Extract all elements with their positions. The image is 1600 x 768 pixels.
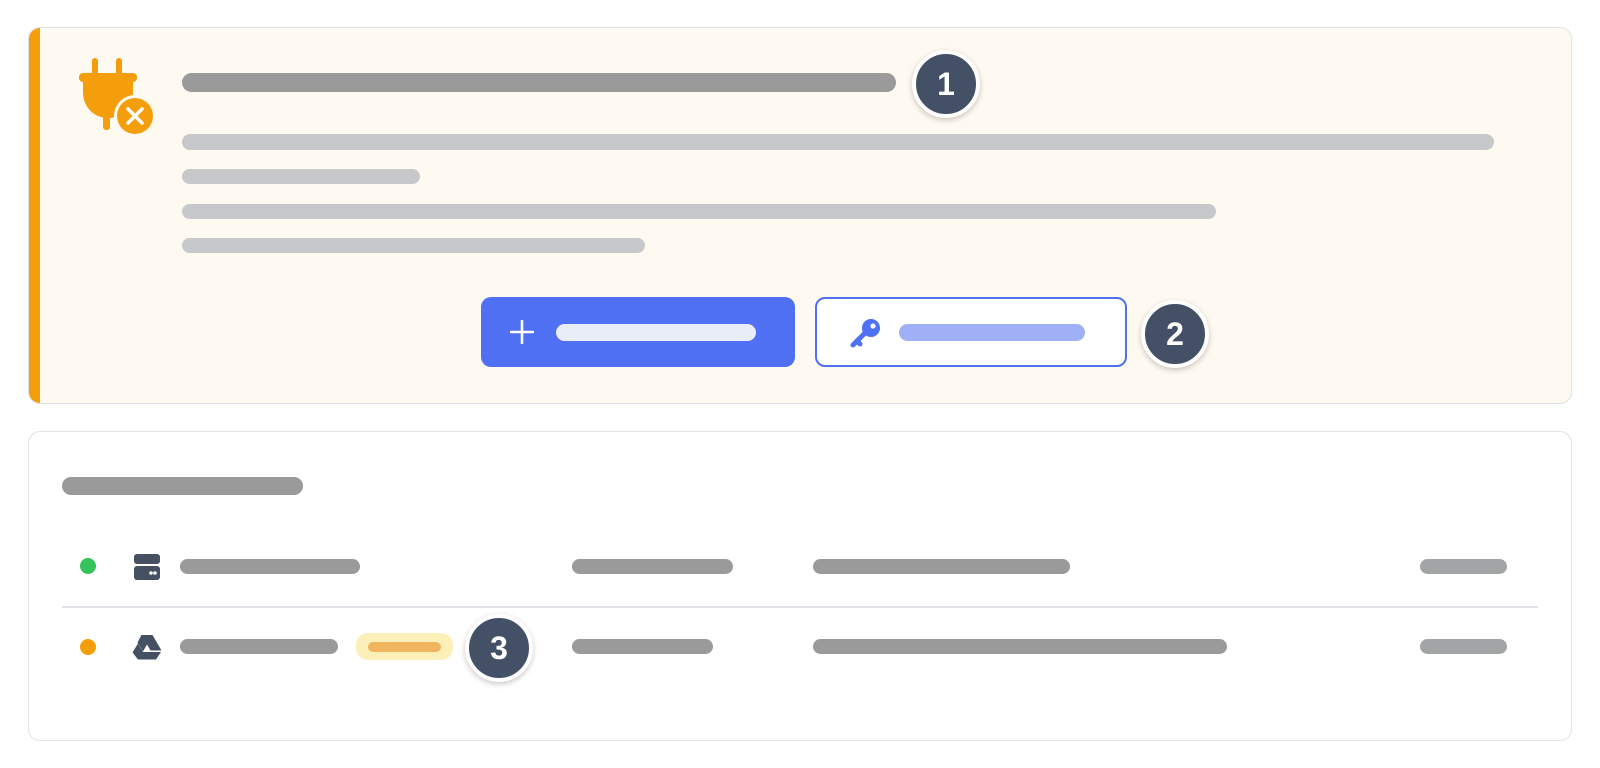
status-badge <box>356 633 453 660</box>
server-icon <box>134 554 160 580</box>
connection-type <box>572 559 733 574</box>
connection-type <box>572 639 713 654</box>
key-icon <box>850 319 880 348</box>
connection-timestamp <box>1420 639 1507 654</box>
alert-body-line <box>182 204 1216 219</box>
plus-icon <box>510 320 534 344</box>
list-section-title <box>62 477 303 495</box>
connection-name <box>180 639 338 654</box>
enter-credentials-button-label <box>899 324 1085 341</box>
callout-badge-2: 2 <box>1141 300 1209 368</box>
status-badge-label <box>368 642 441 652</box>
callout-badge-1: 1 <box>912 50 980 118</box>
add-connection-button[interactable] <box>481 297 795 367</box>
unplugged-icon <box>79 58 156 137</box>
alert-body-line <box>182 134 1494 150</box>
status-dot-ok <box>80 558 96 574</box>
alert-body-line <box>182 169 420 184</box>
drive-icon <box>132 635 162 660</box>
add-connection-button-label <box>556 324 756 341</box>
callout-badge-3: 3 <box>465 614 533 682</box>
enter-credentials-button[interactable] <box>815 297 1127 367</box>
alert-body-line <box>182 238 645 253</box>
alert-accent-bar <box>29 28 40 403</box>
connection-timestamp <box>1420 559 1507 574</box>
connection-name <box>180 559 360 574</box>
connection-detail <box>813 559 1070 574</box>
status-dot-warning <box>80 639 96 655</box>
connection-detail <box>813 639 1227 654</box>
alert-title <box>182 73 896 92</box>
row-divider <box>62 606 1538 608</box>
